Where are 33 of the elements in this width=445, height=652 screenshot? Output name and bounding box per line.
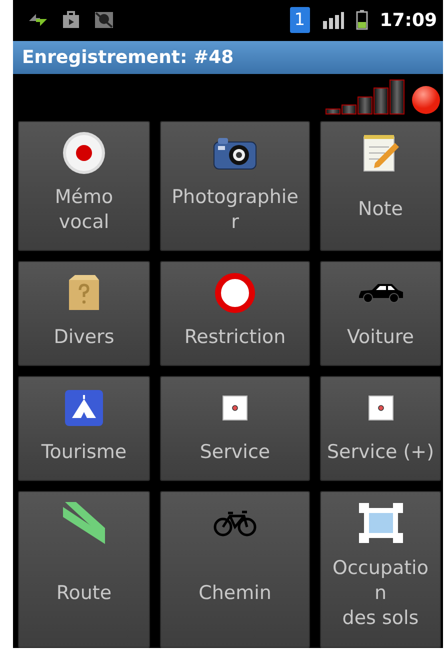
crossed-icon <box>93 10 115 30</box>
category-tile[interactable]: Route <box>18 490 150 648</box>
category-tile[interactable]: Service <box>160 376 310 481</box>
stripes-icon <box>61 502 107 544</box>
category-tile[interactable]: Chemin <box>160 490 310 648</box>
record-icon <box>62 130 106 175</box>
category-tile[interactable]: Service (+) <box>320 376 441 481</box>
battery-icon <box>356 10 368 30</box>
window-title: Enregistrement: #48 <box>22 46 234 68</box>
sim-badge: 1 <box>290 7 310 34</box>
bicycle-icon <box>213 508 257 537</box>
category-tile[interactable]: Mémo vocal <box>18 120 150 251</box>
camera-icon <box>213 136 257 170</box>
bag-icon <box>61 11 81 30</box>
category-tile[interactable]: Photographie r <box>160 120 310 251</box>
tent-icon <box>64 388 104 427</box>
notepad-icon <box>360 132 400 173</box>
category-tile[interactable]: Occupatio n des sols <box>320 490 441 648</box>
category-tile[interactable]: Restriction <box>160 260 310 366</box>
frame-icon <box>358 502 404 544</box>
category-tile[interactable]: Divers <box>18 260 150 366</box>
marker-icon <box>222 394 248 421</box>
category-tile[interactable]: Voiture <box>320 260 441 366</box>
category-tile[interactable]: Note <box>320 120 441 251</box>
audio-level-icon <box>325 78 407 115</box>
category-tile[interactable]: Tourisme <box>18 376 150 481</box>
recording-indicator-icon <box>411 84 441 115</box>
car-icon <box>358 282 404 304</box>
box-icon <box>67 274 101 312</box>
marker-icon <box>368 394 394 421</box>
signal-icon <box>322 11 344 30</box>
ring-icon <box>214 272 256 314</box>
clock: 17:09 <box>380 10 437 31</box>
